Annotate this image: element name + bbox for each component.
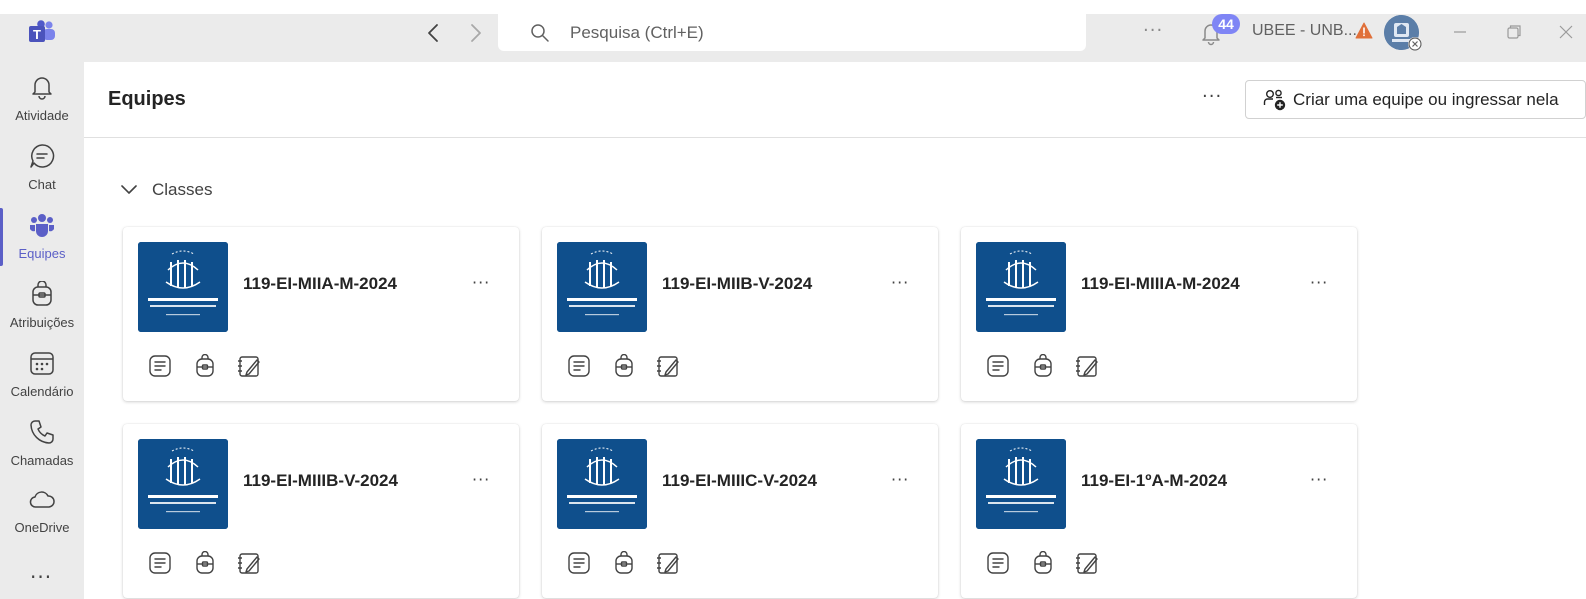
create-team-label: Criar uma equipe ou ingressar nela: [1293, 89, 1559, 109]
backpack-icon: [32, 281, 52, 306]
team-card[interactable]: 119-EI-MIIIA-M-2024 ···: [961, 227, 1357, 401]
restore-icon[interactable]: [1502, 20, 1526, 44]
sidebar-item-label: OneDrive: [14, 520, 70, 535]
forward-arrow-icon[interactable]: [464, 22, 486, 44]
class-notebook-icon[interactable]: [237, 551, 261, 575]
sidebar-item-onedrive[interactable]: OneDrive: [0, 478, 84, 542]
header-more-icon[interactable]: ···: [1202, 86, 1222, 107]
team-card[interactable]: 119-EI-MIIA-M-2024 ···: [123, 227, 519, 401]
team-logo: [557, 242, 647, 332]
search-input[interactable]: [570, 22, 1030, 43]
sidebar-item-label: Atribuições: [9, 315, 75, 330]
marist-crest-icon: [557, 439, 647, 529]
tenant-name[interactable]: UBEE - UNB...: [1252, 22, 1357, 40]
search-icon: [531, 23, 549, 42]
main-content: Equipes ··· Criar uma equipe ou ingressa…: [84, 62, 1586, 599]
team-logo: [976, 439, 1066, 529]
chat-icon: [30, 144, 55, 168]
sidebar-item-calendario[interactable]: Calendário: [0, 342, 84, 406]
close-icon[interactable]: [1554, 20, 1578, 44]
chevron-down-icon: [121, 185, 137, 194]
team-name[interactable]: 119-EI-MIIA-M-2024: [243, 274, 397, 294]
sidebar-item-label: Chat: [28, 177, 56, 192]
class-notebook-icon[interactable]: [1075, 551, 1099, 575]
team-name[interactable]: 119-EI-MIIB-V-2024: [662, 274, 812, 294]
assignments-icon[interactable]: [612, 354, 636, 378]
teams-logo-icon[interactable]: T: [28, 20, 56, 46]
team-more-icon[interactable]: ···: [1310, 470, 1328, 489]
posts-icon[interactable]: [986, 551, 1010, 575]
team-name[interactable]: 119-EI-MIIIB-V-2024: [243, 471, 398, 491]
notification-badge: 44: [1212, 14, 1240, 34]
assignments-icon[interactable]: [612, 551, 636, 575]
cloud-icon: [29, 491, 55, 508]
posts-icon[interactable]: [567, 354, 591, 378]
class-notebook-icon[interactable]: [656, 354, 680, 378]
marist-crest-icon: [138, 439, 228, 529]
sidebar-item-label: Equipes: [18, 246, 66, 261]
sidebar-item-atribuicoes[interactable]: Atribuições: [0, 273, 84, 337]
team-more-icon[interactable]: ···: [891, 470, 909, 489]
marist-crest-icon: [976, 242, 1066, 332]
team-more-icon[interactable]: ···: [1310, 273, 1328, 292]
team-name[interactable]: 119-EI-MIIIA-M-2024: [1081, 274, 1240, 294]
warning-icon[interactable]: [1355, 22, 1373, 39]
marist-crest-icon: [557, 242, 647, 332]
posts-icon[interactable]: [148, 551, 172, 575]
team-name[interactable]: 119-EI-MIIIC-V-2024: [662, 471, 817, 491]
app-bar: Atividade Chat Equipes Atribuições Calen…: [0, 62, 84, 599]
section-title: Classes: [152, 180, 213, 199]
search-box[interactable]: [498, 14, 1086, 51]
page-header: Equipes ··· Criar uma equipe ou ingressa…: [84, 62, 1586, 138]
page-title: Equipes: [108, 88, 186, 110]
bell-icon: [32, 77, 52, 100]
team-more-icon[interactable]: ···: [472, 470, 490, 489]
posts-icon[interactable]: [567, 551, 591, 575]
team-card[interactable]: 119-EI-MIIB-V-2024 ···: [542, 227, 938, 401]
posts-icon[interactable]: [986, 354, 1010, 378]
sidebar-item-label: Calendário: [10, 384, 74, 399]
create-or-join-team-button[interactable]: Criar uma equipe ou ingressar nela: [1245, 80, 1586, 119]
title-bar: T ··· 44 UBEE - UNB...: [0, 0, 1586, 62]
team-card[interactable]: 119-EI-1ºA-M-2024 ···: [961, 424, 1357, 598]
sidebar-item-chat[interactable]: Chat: [0, 135, 84, 199]
teams-icon: [30, 214, 54, 237]
assignments-icon[interactable]: [1031, 551, 1055, 575]
marist-crest-icon: [138, 242, 228, 332]
team-logo: [976, 242, 1066, 332]
status-offline-icon: [1408, 37, 1422, 51]
class-notebook-icon[interactable]: [237, 354, 261, 378]
assignments-icon[interactable]: [193, 354, 217, 378]
team-logo: [138, 439, 228, 529]
phone-icon: [30, 420, 54, 444]
add-people-icon: [1263, 89, 1286, 110]
marist-crest-icon: [976, 439, 1066, 529]
team-card[interactable]: 119-EI-MIIIB-V-2024 ···: [123, 424, 519, 598]
team-logo: [138, 242, 228, 332]
class-notebook-icon[interactable]: [1075, 354, 1099, 378]
sidebar-item-equipes[interactable]: Equipes: [0, 204, 84, 268]
sidebar-item-chamadas[interactable]: Chamadas: [0, 411, 84, 475]
posts-icon[interactable]: [148, 354, 172, 378]
assignments-icon[interactable]: [193, 551, 217, 575]
svg-text:T: T: [33, 27, 41, 42]
more-apps-icon[interactable]: ···: [30, 565, 52, 589]
sidebar-item-atividade[interactable]: Atividade: [0, 66, 84, 130]
team-logo: [557, 439, 647, 529]
titlebar-more-icon[interactable]: ···: [1143, 20, 1163, 41]
calendar-icon: [30, 352, 54, 375]
minimize-icon[interactable]: [1448, 20, 1472, 44]
classes-section-toggle[interactable]: Classes: [120, 178, 212, 202]
sidebar-item-label: Atividade: [15, 108, 69, 123]
team-more-icon[interactable]: ···: [891, 273, 909, 292]
sidebar-item-label: Chamadas: [10, 453, 74, 468]
team-name[interactable]: 119-EI-1ºA-M-2024: [1081, 471, 1227, 491]
assignments-icon[interactable]: [1031, 354, 1055, 378]
back-arrow-icon[interactable]: [423, 22, 445, 44]
team-card[interactable]: 119-EI-MIIIC-V-2024 ···: [542, 424, 938, 598]
team-more-icon[interactable]: ···: [472, 273, 490, 292]
class-notebook-icon[interactable]: [656, 551, 680, 575]
